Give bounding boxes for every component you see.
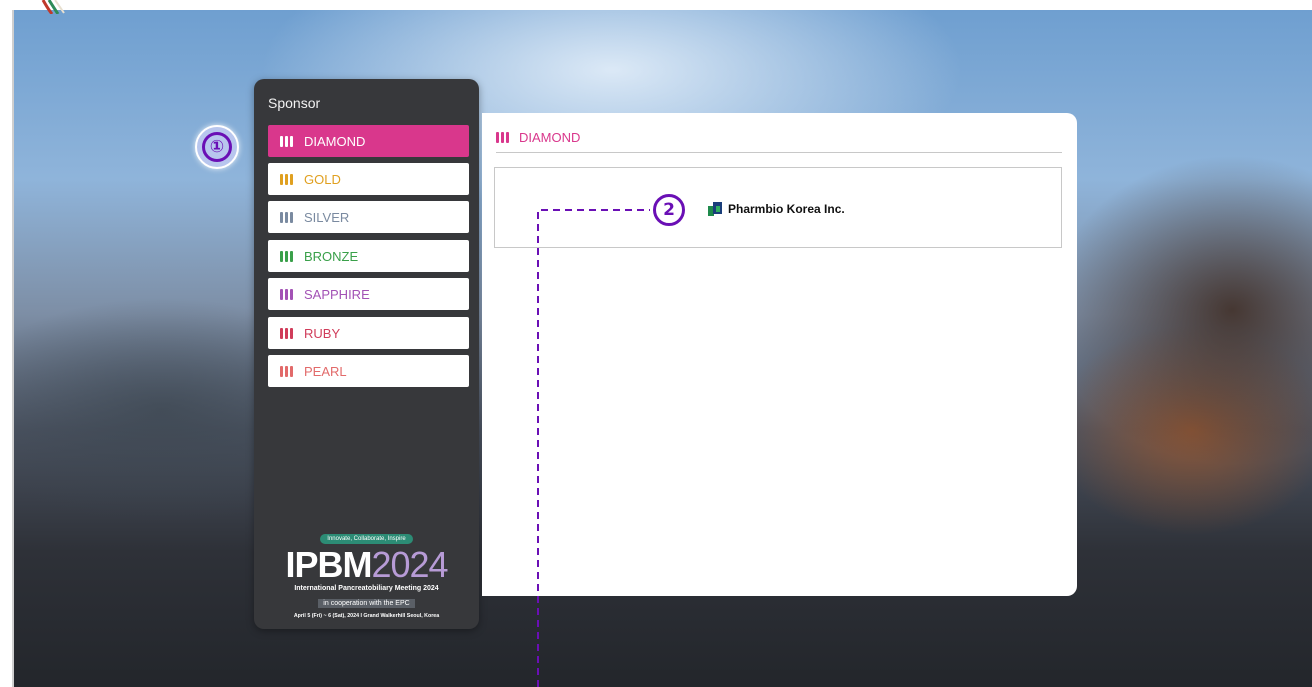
- step-2-badge: 2: [653, 194, 685, 226]
- step-2-number: 2: [663, 200, 675, 220]
- annotation-connector: [537, 209, 650, 687]
- dashed-connector-line: [537, 209, 650, 687]
